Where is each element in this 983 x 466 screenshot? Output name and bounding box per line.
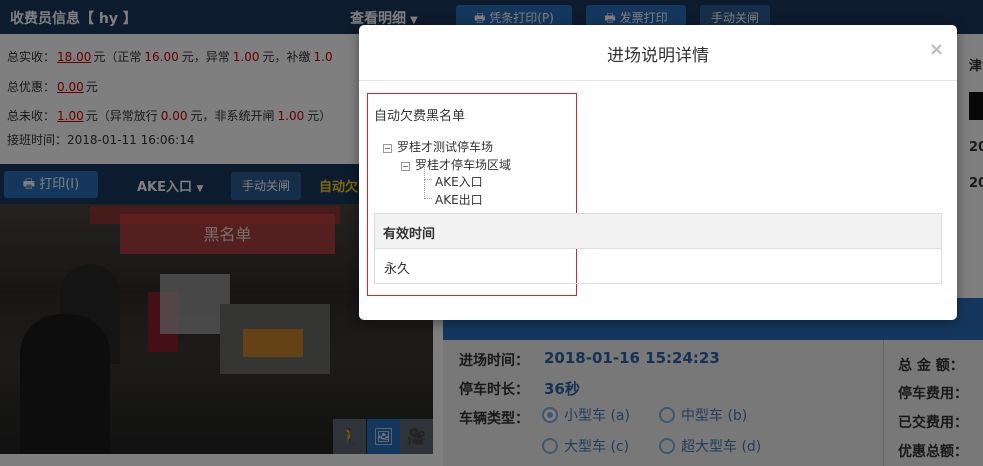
tree-connector bbox=[424, 180, 432, 199]
collapse-icon[interactable]: − bbox=[401, 162, 410, 171]
blacklist-group-title: 自动欠费黑名单 bbox=[374, 109, 466, 124]
valid-time-table: 有效时间 永久 bbox=[374, 213, 942, 284]
modal-divider bbox=[359, 80, 957, 81]
collapse-icon[interactable]: − bbox=[383, 144, 392, 153]
tree-node-area[interactable]: − 罗桂才停车场区域 bbox=[401, 156, 511, 173]
table-header: 有效时间 bbox=[375, 214, 941, 249]
table-cell: 永久 bbox=[384, 262, 411, 277]
tree-leaf-exit[interactable]: AKE出口 bbox=[435, 191, 483, 208]
tree-leaf-entry[interactable]: AKE入口 bbox=[435, 173, 483, 190]
close-icon[interactable]: × bbox=[929, 39, 944, 60]
entry-detail-modal: 进场说明详情 × 自动欠费黑名单 − 罗桂才测试停车场 − 罗桂才停车场区域 AKE… bbox=[359, 25, 957, 320]
tree-node-root[interactable]: − 罗桂才测试停车场 bbox=[383, 138, 493, 155]
tree-connector bbox=[424, 167, 432, 180]
modal-title: 进场说明详情 bbox=[607, 46, 709, 66]
